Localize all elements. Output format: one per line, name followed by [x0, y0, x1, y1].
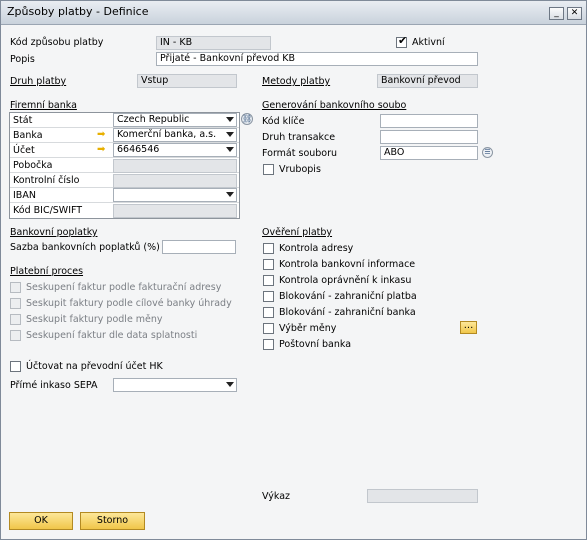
verification-checkbox[interactable]: [263, 307, 274, 318]
grid-row-control-number: Kontrolní číslo: [10, 173, 239, 188]
account-value: 6646546: [117, 144, 160, 155]
branch-label: Pobočka: [13, 160, 53, 171]
grid-row-bank: Banka ➡ Komerční banka, a.s.: [10, 128, 239, 143]
verification-checkbox[interactable]: [263, 291, 274, 302]
key-code-field[interactable]: [380, 114, 478, 128]
country-value: Czech Republic: [117, 114, 190, 125]
payment-verification-section: Ověření platby: [262, 227, 333, 238]
payment-methods-field[interactable]: Bankovní převod: [377, 74, 478, 88]
ok-button[interactable]: OK: [9, 512, 73, 530]
verification-checkbox[interactable]: [263, 275, 274, 286]
verification-label: Blokování - zahraniční platba: [279, 291, 417, 302]
close-button[interactable]: ✕: [567, 7, 582, 20]
report-field[interactable]: [367, 489, 478, 503]
payment-code-field[interactable]: IN - KB: [156, 36, 271, 50]
description-field[interactable]: Přijaté - Bankovní převod KB: [156, 52, 478, 66]
payment-process-section: Platební proces: [10, 266, 84, 277]
gross-checkbox[interactable]: [263, 164, 274, 175]
process-option-checkbox[interactable]: [10, 282, 21, 293]
control-number-field[interactable]: [113, 174, 237, 188]
process-option-checkbox[interactable]: [10, 330, 21, 341]
yellow-arrow-icon[interactable]: ➡: [97, 129, 105, 140]
grid-row-branch: Pobočka: [10, 158, 239, 173]
transfer-account-checkbox[interactable]: [10, 361, 21, 372]
chevron-down-icon: [226, 147, 234, 152]
chevron-down-icon: [226, 192, 234, 197]
iban-label: IBAN: [13, 190, 36, 201]
grid-row-account: Účet ➡ 6646546: [10, 143, 239, 158]
title-bar: Způsoby platby - Definice _ ✕: [1, 1, 586, 25]
gross-label: Vrubopis: [279, 164, 321, 175]
verification-checkbox[interactable]: [263, 259, 274, 270]
verification-label: Kontrola adresy: [279, 243, 354, 254]
checkmark-icon: ✔: [398, 34, 408, 47]
sepa-label: Přímé inkaso SEPA: [10, 380, 98, 391]
file-format-field[interactable]: ABO: [380, 146, 478, 160]
bank-select[interactable]: Komerční banka, a.s.: [113, 128, 237, 142]
country-label: Stát: [13, 115, 33, 126]
bank-file-generation-section: Generování bankovního soubo: [262, 100, 407, 111]
bank-fee-rate-field[interactable]: [162, 240, 236, 254]
link-icon[interactable]: ⛓: [241, 113, 253, 125]
payment-methods-label: Metody platby: [262, 76, 331, 87]
bic-swift-label: Kód BIC/SWIFT: [13, 205, 83, 216]
bank-label: Banka: [13, 130, 43, 141]
bank-value: Komerční banka, a.s.: [117, 129, 217, 140]
key-code-label: Kód klíče: [262, 116, 305, 127]
iban-select[interactable]: [113, 188, 237, 202]
list-icon[interactable]: ☰: [482, 147, 493, 158]
bank-fees-section: Bankovní poplatky: [10, 227, 98, 238]
chevron-down-icon: [226, 132, 234, 137]
report-label: Výkaz: [262, 491, 291, 502]
sepa-select[interactable]: [113, 378, 237, 392]
bank-fee-rate-label: Sazba bankovních poplatků (%): [10, 242, 160, 253]
file-format-label: Formát souboru: [262, 148, 338, 159]
verification-label: Blokování - zahraniční banka: [279, 307, 416, 318]
verification-checkbox[interactable]: [263, 339, 274, 350]
process-option-checkbox[interactable]: [10, 314, 21, 325]
verification-label: Kontrola oprávnění k inkasu: [279, 275, 412, 286]
control-number-label: Kontrolní číslo: [13, 175, 80, 186]
yellow-arrow-icon[interactable]: ➡: [97, 144, 105, 155]
active-label: Aktivní: [412, 37, 445, 48]
process-option-label: Seskupit faktury podle cílové banky úhra…: [26, 298, 232, 309]
payment-code-label: Kód způsobu platby: [10, 37, 104, 48]
transaction-type-label: Druh transakce: [262, 132, 336, 143]
active-checkbox[interactable]: ✔: [396, 34, 408, 48]
verification-checkbox[interactable]: [263, 243, 274, 254]
cancel-button[interactable]: Storno: [80, 512, 145, 530]
verification-label: Kontrola bankovní informace: [279, 259, 416, 270]
account-select[interactable]: 6646546: [113, 143, 237, 157]
account-label: Účet: [13, 145, 35, 156]
chevron-down-icon: [226, 382, 234, 387]
bic-swift-field[interactable]: [113, 204, 237, 218]
grid-row-country: Stát Czech Republic: [10, 113, 239, 128]
process-option-label: Seskupit faktury podle měny: [26, 314, 163, 325]
process-option-label: Seskupení faktur dle data splatnosti: [26, 330, 198, 341]
currency-selection-button[interactable]: ...: [460, 321, 477, 334]
dialog-window: Způsoby platby - Definice _ ✕ Kód způsob…: [0, 0, 587, 540]
verification-label: Výběr měny: [279, 323, 337, 334]
grid-row-bic: Kód BIC/SWIFT: [10, 203, 239, 218]
currency-selection-checkbox[interactable]: [263, 323, 274, 334]
process-option-label: Seskupení faktur podle fakturační adresy: [26, 282, 222, 293]
payment-type-label: Druh platby: [10, 76, 67, 87]
chevron-down-icon: [226, 117, 234, 122]
payment-type-field[interactable]: Vstup: [137, 74, 237, 88]
country-select[interactable]: Czech Republic: [113, 113, 237, 127]
verification-label: Poštovní banka: [279, 339, 352, 350]
grid-row-iban: IBAN: [10, 188, 239, 203]
company-bank-section: Firemní banka: [10, 100, 77, 111]
minimize-button[interactable]: _: [549, 7, 564, 20]
company-bank-grid: Stát Czech Republic Banka ➡ Komerční ban…: [9, 112, 240, 219]
transaction-type-field[interactable]: [380, 130, 478, 144]
process-option-checkbox[interactable]: [10, 298, 21, 309]
branch-field[interactable]: [113, 159, 237, 173]
description-label: Popis: [10, 54, 35, 65]
transfer-account-label: Účtovat na převodní účet HK: [26, 361, 163, 372]
window-title: Způsoby platby - Definice: [7, 5, 149, 18]
